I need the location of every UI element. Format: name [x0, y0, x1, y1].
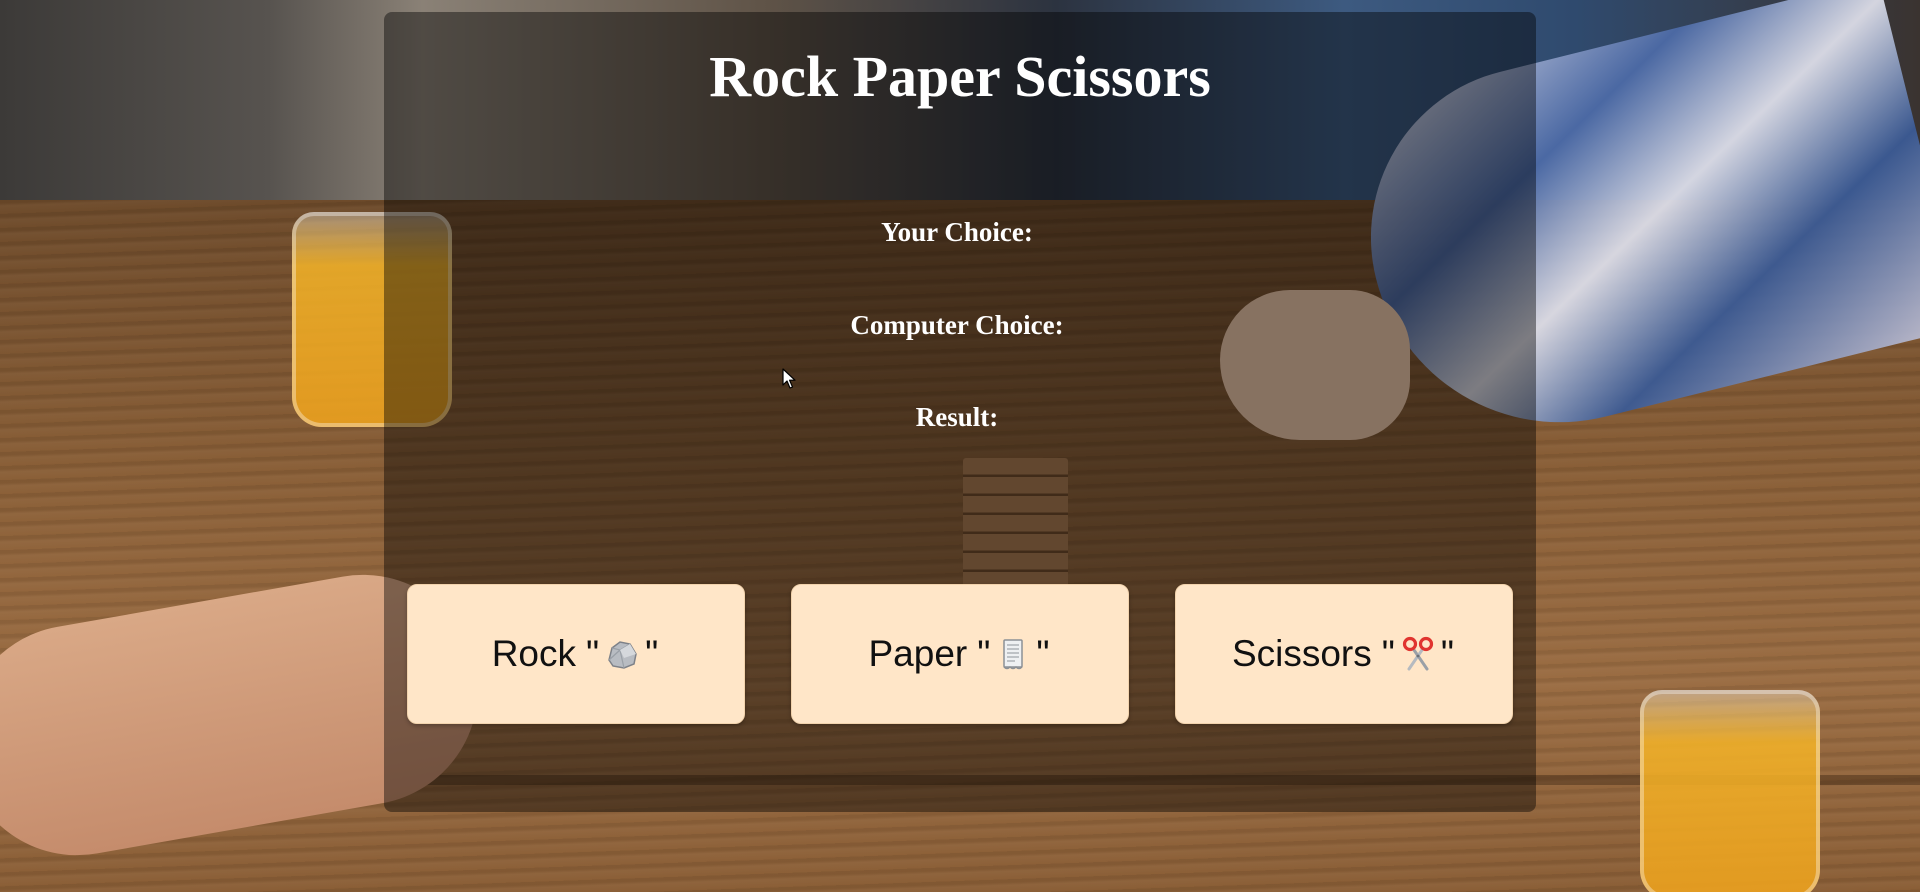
page-title: Rock Paper Scissors: [709, 44, 1211, 109]
mouse-cursor-icon: [782, 368, 796, 389]
quote-open: ": [586, 633, 600, 674]
paper-scroll-icon: [994, 635, 1032, 673]
quote-open: ": [1381, 633, 1395, 674]
quote-open: ": [977, 633, 991, 674]
rock-button-label: Rock: [491, 633, 577, 674]
scissors-icon: [1399, 635, 1437, 673]
scissors-button[interactable]: Scissors " ": [1175, 584, 1513, 724]
background-juice-glass: [1640, 690, 1820, 892]
paper-button[interactable]: Paper " ": [791, 584, 1129, 724]
quote-close: ": [1036, 633, 1050, 674]
rock-button[interactable]: Rock " ": [407, 584, 745, 724]
quote-close: ": [645, 633, 659, 674]
your-choice-row: Your Choice:: [0, 216, 1920, 248]
rock-icon: [603, 635, 641, 673]
computer-choice-row: Computer Choice:: [0, 309, 1920, 341]
paper-button-label: Paper: [868, 633, 968, 674]
scissors-button-label: Scissors: [1231, 633, 1372, 674]
result-row: Result:: [0, 401, 1920, 433]
your-choice-label: Your Choice:: [881, 217, 1033, 247]
computer-choice-label: Computer Choice:: [850, 310, 1064, 340]
quote-close: ": [1440, 633, 1455, 674]
result-label: Result:: [915, 402, 999, 432]
